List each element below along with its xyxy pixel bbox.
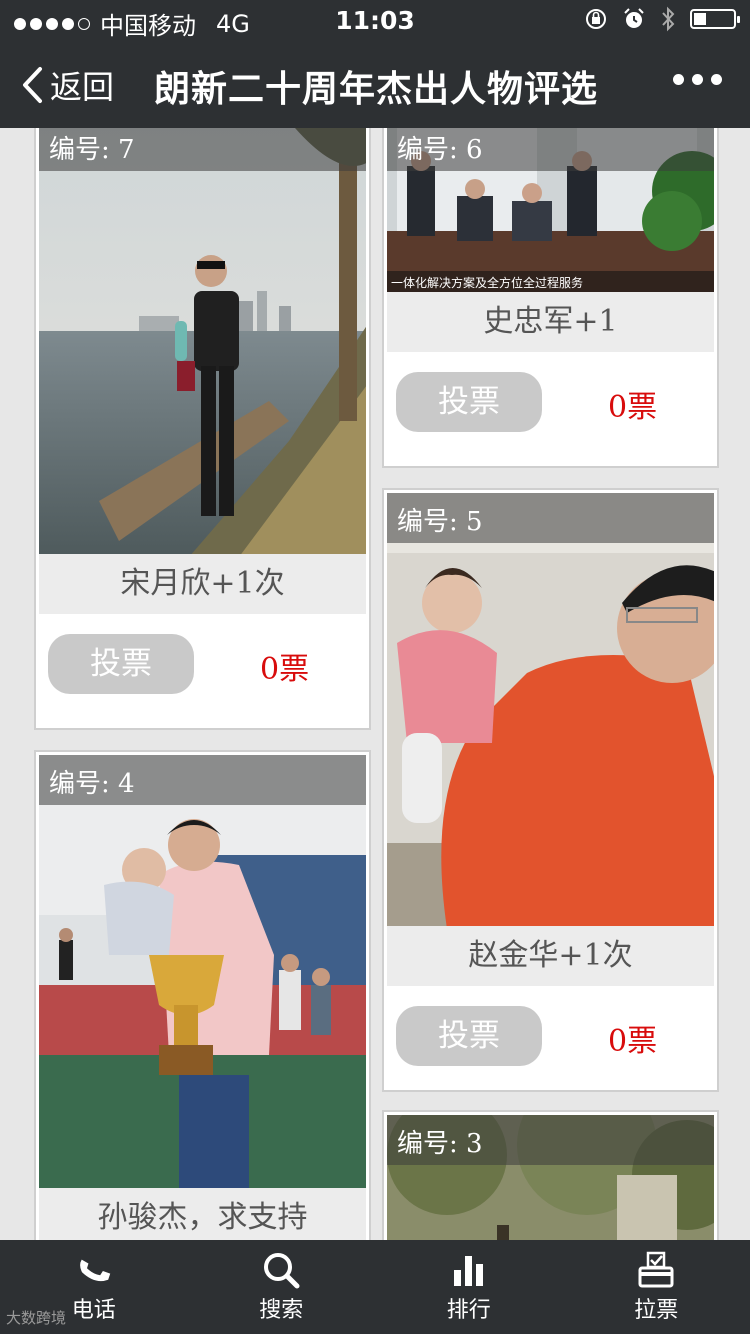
- candidate-number-badge: 编号: 7: [39, 128, 366, 171]
- candidate-photo[interactable]: 编号: 5: [387, 493, 714, 929]
- vote-button[interactable]: 投票: [396, 1006, 542, 1066]
- ballot-box-icon: [638, 1251, 674, 1288]
- candidate-card: 编号: 7 宋月欣+1次 投票 0票: [34, 128, 371, 730]
- candidate-photo[interactable]: 一体化解决方案及全方位全过程服务 编号: 6: [387, 128, 714, 295]
- bluetooth-icon: [662, 6, 675, 32]
- candidate-name: 孙骏杰，求支持: [39, 1188, 366, 1240]
- photo-trophy: [39, 755, 366, 1191]
- tab-label: 搜索: [259, 1298, 304, 1323]
- tab-label: 拉票: [634, 1298, 679, 1323]
- search-icon: [264, 1253, 300, 1289]
- vote-count: 0票: [608, 1024, 658, 1059]
- photo-banner-text: 一体化解决方案及全方位全过程服务: [391, 275, 583, 290]
- candidate-card: 编号: 5 赵金华+1次 投票 0票: [382, 488, 719, 1092]
- candidate-number-badge: 编号: 3: [387, 1115, 714, 1165]
- watermark-text: 大数跨境: [6, 1309, 67, 1327]
- more-options-button[interactable]: [673, 74, 722, 85]
- candidate-card: 一体化解决方案及全方位全过程服务 编号: 6 史忠军+1 投票 0票: [382, 128, 719, 468]
- vote-button[interactable]: 投票: [396, 372, 542, 432]
- status-right: [584, 6, 740, 32]
- chevron-left-icon: [23, 67, 42, 103]
- photo-father-child: [387, 493, 714, 929]
- candidate-number-badge: 编号: 4: [39, 755, 366, 805]
- tab-label: 排行: [446, 1298, 491, 1323]
- candidate-photo[interactable]: 编号: 7: [39, 128, 366, 557]
- candidate-card: 编号: 3: [382, 1110, 719, 1240]
- candidate-name: 赵金华+1次: [387, 926, 714, 986]
- candidate-photo[interactable]: 编号: 3: [387, 1115, 714, 1240]
- tab-ranking[interactable]: 排行: [375, 1240, 563, 1334]
- back-label: 返回: [50, 68, 115, 106]
- battery-icon: [690, 9, 740, 29]
- candidate-number-badge: 编号: 5: [387, 493, 714, 543]
- nav-bar: 返回 朗新二十周年杰出人物评选: [0, 40, 750, 128]
- more-dot-icon: [673, 74, 684, 85]
- photo-lakeside: [39, 128, 366, 557]
- bottom-tab-bar: 电话 搜索 排行 拉票 大数跨境: [0, 1240, 750, 1334]
- page-title: 朗新二十周年杰出人物评选: [154, 69, 599, 110]
- candidate-grid[interactable]: 编号: 7 宋月欣+1次 投票 0票 一体化解决方案及全方位全过程服务 编号: …: [0, 128, 750, 1240]
- candidate-card: 编号: 4 孙骏杰，求支持: [34, 750, 371, 1240]
- tab-label: 电话: [71, 1298, 116, 1323]
- candidate-photo[interactable]: 编号: 4: [39, 755, 366, 1191]
- rotation-lock-icon: [586, 9, 606, 29]
- candidate-name: 宋月欣+1次: [39, 554, 366, 614]
- vote-button[interactable]: 投票: [48, 634, 194, 694]
- tab-search[interactable]: 搜索: [188, 1240, 376, 1334]
- candidate-name: 史忠军+1: [387, 292, 714, 352]
- vote-count: 0票: [260, 652, 310, 687]
- candidate-number-badge: 编号: 6: [387, 128, 714, 171]
- phone-icon: [79, 1259, 110, 1282]
- vote-count: 0票: [608, 390, 658, 425]
- alarm-icon: [624, 8, 644, 28]
- tab-canvass[interactable]: 拉票: [563, 1240, 750, 1334]
- status-bar: 中国移动 4G 11:03: [0, 0, 750, 40]
- back-button[interactable]: 返回: [20, 62, 114, 108]
- bar-chart-icon: [453, 1256, 483, 1286]
